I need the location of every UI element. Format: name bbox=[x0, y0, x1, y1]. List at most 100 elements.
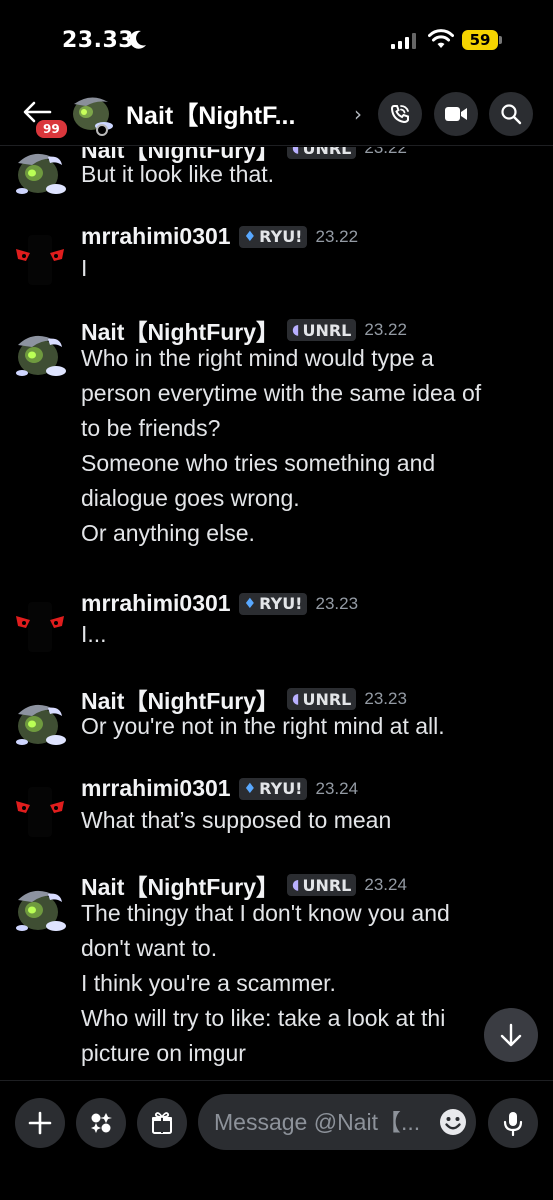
phone-call-icon bbox=[390, 105, 409, 124]
message-text: What that’s supposed to mean bbox=[81, 807, 392, 833]
clan-tag-label: UNRL bbox=[302, 147, 352, 158]
clan-tag: ◖ UNRL bbox=[287, 688, 357, 710]
message-input[interactable] bbox=[198, 1094, 476, 1150]
flame-icon: ♦ bbox=[243, 228, 257, 245]
timestamp: 23.23 bbox=[315, 593, 359, 613]
video-camera-icon bbox=[445, 107, 467, 121]
clan-tag-label: RYU! bbox=[259, 779, 303, 798]
clan-tag-label: RYU! bbox=[259, 594, 303, 613]
message-text: Who in the right mind would type a bbox=[81, 345, 434, 371]
username[interactable]: mrrahimi0301 bbox=[81, 590, 231, 617]
message-header: Nait【NightFury】 ◖ UNRL 23.22 bbox=[81, 313, 407, 347]
message-text: The thingy that I don't know you and bbox=[81, 900, 450, 926]
message-text: don't want to. bbox=[81, 935, 218, 961]
moon-icon: ◖ bbox=[292, 147, 300, 156]
message[interactable]: mrrahimi0301 ♦ RYU! 23.23 I... bbox=[0, 590, 553, 661]
username[interactable]: mrrahimi0301 bbox=[81, 775, 231, 802]
wifi-icon bbox=[428, 29, 454, 48]
apps-icon bbox=[91, 1113, 112, 1133]
channel-title[interactable]: Nait【NightF... bbox=[126, 96, 295, 132]
apps-button[interactable] bbox=[76, 1098, 126, 1148]
voice-message-button[interactable] bbox=[488, 1098, 538, 1148]
timestamp: 23.22 bbox=[364, 320, 407, 339]
message-text: dialogue goes wrong. bbox=[81, 485, 300, 511]
gift-button[interactable] bbox=[137, 1098, 187, 1148]
message[interactable]: Nait【NightFury】 ◖ UNRL 23.22 Who in the righ… bbox=[0, 317, 553, 560]
message-text: I... bbox=[81, 621, 107, 647]
clan-tag: ♦ RYU! bbox=[238, 777, 308, 800]
avatar[interactable] bbox=[12, 231, 70, 289]
arrow-down-icon bbox=[500, 1023, 522, 1047]
avatar[interactable] bbox=[12, 783, 70, 841]
scroll-to-bottom-button[interactable] bbox=[484, 1008, 538, 1062]
gift-icon bbox=[152, 1112, 172, 1134]
battery-nub bbox=[499, 36, 502, 44]
moon-icon: ◖ bbox=[292, 877, 300, 893]
avatar[interactable] bbox=[66, 90, 116, 136]
message-list[interactable]: Nait【NightFury】 ◖ UNRL 23.22 But it look lik… bbox=[0, 147, 553, 1079]
message[interactable]: mrrahimi0301 ♦ RYU! 23.24 What that’s suppos… bbox=[0, 775, 553, 847]
message[interactable]: Nait【NightFury】 ◖ UNRL 23.23 Or you're not i… bbox=[0, 686, 553, 753]
unread-badge: 99 bbox=[34, 118, 69, 140]
message-text: I think you're a scammer. bbox=[81, 970, 336, 996]
clan-tag-label: UNRL bbox=[302, 320, 352, 340]
chevron-right-icon[interactable]: › bbox=[354, 102, 362, 126]
video-button[interactable] bbox=[434, 92, 478, 136]
username[interactable]: Nait【NightFury】 bbox=[81, 313, 279, 347]
flame-icon: ♦ bbox=[243, 780, 257, 797]
message-text: person everytime with the same idea of bbox=[81, 380, 482, 406]
clan-tag: ♦ RYU! bbox=[238, 225, 308, 248]
message[interactable]: mrrahimi0301 ♦ RYU! 23.22 I bbox=[0, 223, 553, 295]
username[interactable]: Nait【NightFury】 bbox=[81, 868, 279, 902]
message-header: mrrahimi0301 ♦ RYU! 23.24 bbox=[81, 775, 358, 802]
timestamp: 23.23 bbox=[364, 689, 407, 708]
message-header: Nait【NightFury】 ◖ UNRL 23.24 bbox=[81, 868, 407, 902]
channel-header: 99 Nait【NightF... › bbox=[0, 82, 553, 146]
avatar[interactable] bbox=[12, 327, 70, 385]
battery-level: 59 bbox=[462, 30, 498, 50]
search-button[interactable] bbox=[489, 92, 533, 136]
clan-tag: ♦ RYU! bbox=[238, 592, 308, 615]
message-text: Or anything else. bbox=[81, 520, 255, 546]
status-bar: 23.33 59 bbox=[0, 0, 553, 80]
timestamp: 23.24 bbox=[315, 778, 359, 798]
timestamp: 23.22 bbox=[364, 147, 407, 157]
message-text: Someone who tries something and bbox=[81, 450, 436, 476]
message-text: picture on imgur bbox=[81, 1040, 246, 1066]
message[interactable]: Nait【NightFury】 ◖ UNRL 23.24 The thingy that… bbox=[0, 872, 553, 1079]
call-button[interactable] bbox=[378, 92, 422, 136]
avatar[interactable] bbox=[12, 598, 70, 656]
avatar[interactable] bbox=[12, 147, 70, 203]
username[interactable]: mrrahimi0301 bbox=[81, 223, 231, 250]
message-header: mrrahimi0301 ♦ RYU! 23.22 bbox=[81, 223, 358, 250]
clan-tag-label: RYU! bbox=[259, 227, 303, 246]
avatar[interactable] bbox=[12, 882, 70, 940]
moon-icon: ◖ bbox=[292, 691, 300, 707]
clan-tag-label: UNRL bbox=[302, 875, 352, 895]
username[interactable]: Nait【NightFury】 bbox=[81, 682, 279, 716]
emoji-icon[interactable] bbox=[438, 1107, 468, 1137]
moon-icon bbox=[129, 30, 146, 49]
plus-icon bbox=[28, 1111, 52, 1135]
clan-tag: ◖ UNRL bbox=[287, 319, 357, 341]
moon-icon: ◖ bbox=[292, 322, 300, 338]
clan-tag: ◖ UNRL bbox=[287, 147, 357, 159]
flame-icon: ♦ bbox=[243, 595, 257, 612]
message-text: Who will try to like: take a look at thi bbox=[81, 1005, 446, 1031]
message[interactable]: Nait【NightFury】 ◖ UNRL 23.22 But it look lik… bbox=[0, 147, 553, 201]
message-text: to be friends? bbox=[81, 415, 221, 441]
message-header: Nait【NightFury】 ◖ UNRL 23.23 bbox=[81, 682, 407, 716]
message-header: mrrahimi0301 ♦ RYU! 23.23 bbox=[81, 590, 358, 617]
message-text: Or you're not in the right mind at all. bbox=[81, 713, 445, 739]
signal-icon bbox=[391, 33, 416, 49]
search-icon bbox=[501, 104, 522, 125]
add-attachment-button[interactable] bbox=[15, 1098, 65, 1148]
clan-tag: ◖ UNRL bbox=[287, 874, 357, 896]
clan-tag-label: UNRL bbox=[302, 689, 352, 709]
timestamp: 23.22 bbox=[315, 226, 359, 246]
microphone-icon bbox=[503, 1112, 523, 1136]
avatar[interactable] bbox=[12, 696, 70, 754]
timestamp: 23.24 bbox=[364, 875, 407, 894]
message-text: I bbox=[81, 255, 88, 281]
message-composer bbox=[0, 1080, 553, 1200]
